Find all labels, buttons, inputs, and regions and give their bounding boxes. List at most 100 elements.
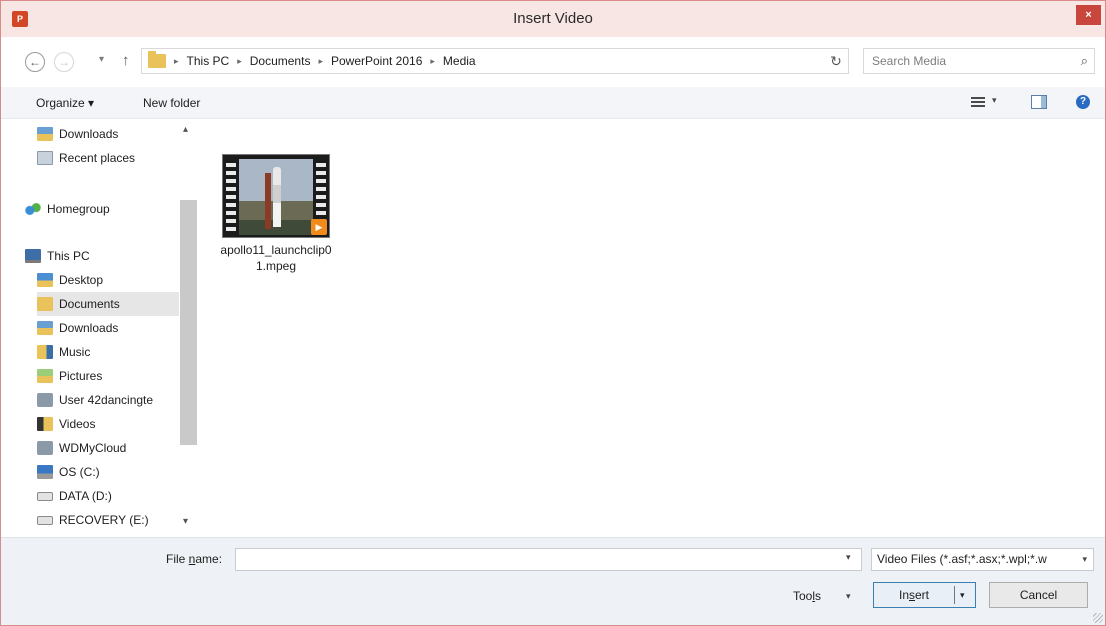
- scroll-up-icon[interactable]: ▴: [183, 124, 188, 135]
- label-text: s: [815, 589, 822, 603]
- label-text: ame:: [195, 552, 223, 566]
- recent-locations-chevron-icon[interactable]: ▾: [99, 54, 104, 65]
- organize-menu-button[interactable]: Organize ▾: [36, 87, 94, 119]
- os-drive-icon: [37, 465, 53, 479]
- breadcrumb-documents[interactable]: Documents: [250, 49, 311, 73]
- homegroup-icon: [25, 202, 41, 216]
- download-folder-icon: [37, 127, 53, 141]
- view-options-chevron-icon[interactable]: ▾: [992, 95, 997, 111]
- videos-folder-icon: [37, 417, 53, 431]
- sidebar-item-label: Music: [59, 345, 91, 359]
- search-icon[interactable]: ⌕: [1081, 53, 1088, 69]
- command-toolbar: Organize ▾ New folder ▾ ?: [1, 87, 1105, 119]
- close-button[interactable]: ×: [1076, 5, 1101, 25]
- sidebar-item-label: WDMyCloud: [59, 441, 127, 455]
- address-bar[interactable]: ▸ This PC ▸ Documents ▸ PowerPoint 2016 …: [141, 48, 965, 74]
- folder-icon: [148, 51, 166, 68]
- video-frame: [239, 159, 313, 235]
- breadcrumb-separator-icon: ▸: [174, 56, 179, 66]
- up-level-button[interactable]: ↑: [122, 52, 130, 69]
- insert-options-chevron-icon[interactable]: ▾: [960, 583, 965, 607]
- tools-menu-button[interactable]: Tools: [793, 589, 821, 603]
- help-icon[interactable]: ?: [1076, 95, 1090, 109]
- play-icon: ▶: [311, 219, 327, 235]
- sidebar-item-label: Videos: [59, 417, 96, 431]
- search-input[interactable]: [872, 49, 1062, 73]
- file-name-label: File name:: [166, 552, 222, 566]
- breadcrumb-media[interactable]: Media: [443, 49, 476, 73]
- breadcrumb-powerpoint-2016[interactable]: PowerPoint 2016: [331, 49, 422, 73]
- preview-pane-icon[interactable]: [1031, 95, 1047, 109]
- breadcrumb-this-pc[interactable]: This PC: [187, 49, 230, 73]
- download-folder-icon: [37, 321, 53, 335]
- tools-chevron-icon[interactable]: ▾: [846, 591, 851, 602]
- rocket: [273, 167, 281, 227]
- file-name-history-chevron-icon[interactable]: ▾: [846, 552, 851, 563]
- launch-tower: [265, 173, 271, 229]
- drive-icon: [37, 515, 53, 525]
- insert-button-label[interactable]: Insert: [874, 583, 954, 607]
- video-thumbnail: ▶: [222, 154, 330, 238]
- dialog-footer: File name: ▾ Video Files (*.asf;*.asx;*.…: [1, 537, 1105, 625]
- file-item[interactable]: ▶ apollo11_launchclip01.mpeg: [220, 154, 332, 284]
- cancel-button[interactable]: Cancel: [989, 582, 1088, 608]
- network-location-icon: [37, 441, 53, 455]
- sidebar-item-documents[interactable]: Documents: [37, 292, 179, 316]
- network-location-icon: [37, 393, 53, 407]
- sidebar-item-user-42dancingte[interactable]: User 42dancingte: [37, 388, 179, 412]
- computer-icon: [25, 249, 41, 263]
- insert-button[interactable]: Insert ▾: [873, 582, 976, 608]
- sidebar-item-label: DATA (D:): [59, 489, 112, 503]
- film-strip-icon: [226, 159, 236, 235]
- chevron-down-icon: ▾: [1082, 554, 1087, 564]
- file-name-input[interactable]: [235, 548, 862, 571]
- documents-folder-icon: [37, 297, 53, 311]
- drive-icon: [37, 491, 53, 501]
- scroll-down-icon[interactable]: ▾: [183, 516, 188, 527]
- sidebar-item-label: RECOVERY (E:): [59, 513, 149, 527]
- sidebar-item-label: Recent places: [59, 151, 136, 165]
- breadcrumb: ▸ This PC ▸ Documents ▸ PowerPoint 2016 …: [174, 49, 476, 73]
- refresh-button[interactable]: ↻: [823, 48, 849, 74]
- file-type-select[interactable]: Video Files (*.asf;*.asx;*.wpl;*.w ▾: [871, 548, 1094, 571]
- sidebar-item-label: Documents: [59, 297, 120, 311]
- sidebar-item-this-pc[interactable]: This PC: [25, 244, 203, 268]
- search-box[interactable]: ⌕: [863, 48, 1095, 74]
- change-view-icon[interactable]: [971, 97, 985, 109]
- label-text: In: [898, 588, 909, 602]
- breadcrumb-separator-icon: ▸: [237, 56, 242, 66]
- sidebar-item-label: Homegroup: [47, 202, 110, 216]
- recent-places-icon: [37, 151, 53, 165]
- breadcrumb-separator-icon: ▸: [318, 56, 323, 66]
- title-bar: P Insert Video ×: [1, 1, 1105, 37]
- sidebar-item-label: This PC: [47, 249, 90, 263]
- dialog-title: Insert Video: [513, 10, 593, 27]
- label-text: File: [166, 552, 189, 566]
- sidebar-item-label: User 42dancingte: [59, 393, 154, 407]
- insert-video-dialog: P Insert Video × ← → ▾ ↑ ▸ This PC ▸ Doc…: [0, 0, 1106, 626]
- back-button[interactable]: ←: [25, 52, 45, 72]
- split-divider: [954, 586, 955, 604]
- sidebar-item-label: Downloads: [59, 321, 119, 335]
- file-type-value: Video Files (*.asf;*.asx;*.wpl;*.w: [877, 552, 1047, 566]
- label-text: Too: [793, 589, 813, 603]
- scrollbar-thumb[interactable]: [180, 200, 197, 445]
- file-name-label: apollo11_launchclip01.mpeg: [220, 243, 332, 273]
- sidebar-item-label: Desktop: [59, 273, 104, 287]
- sidebar-item-label: Downloads: [59, 127, 119, 141]
- breadcrumb-separator-icon: ▸: [430, 56, 435, 66]
- label-text: ert: [915, 588, 930, 602]
- forward-button[interactable]: →: [54, 52, 74, 72]
- sidebar-item-label: Pictures: [59, 369, 103, 383]
- sidebar-item-label: OS (C:): [59, 465, 100, 479]
- desktop-icon: [37, 273, 53, 287]
- file-list: ▶ apollo11_launchclip01.mpeg: [200, 120, 1105, 537]
- new-folder-button[interactable]: New folder: [143, 87, 200, 119]
- music-folder-icon: [37, 345, 53, 359]
- address-row: ← → ▾ ↑ ▸ This PC ▸ Documents ▸ PowerPoi…: [1, 37, 1105, 87]
- resize-grip-icon[interactable]: [1093, 613, 1103, 623]
- navigation-pane-scrollbar[interactable]: ▴ ▾: [179, 120, 197, 537]
- sidebar-item-homegroup[interactable]: Homegroup: [25, 197, 203, 221]
- pictures-folder-icon: [37, 369, 53, 383]
- navigation-pane: Downloads Recent places Homegroup This P…: [1, 120, 199, 537]
